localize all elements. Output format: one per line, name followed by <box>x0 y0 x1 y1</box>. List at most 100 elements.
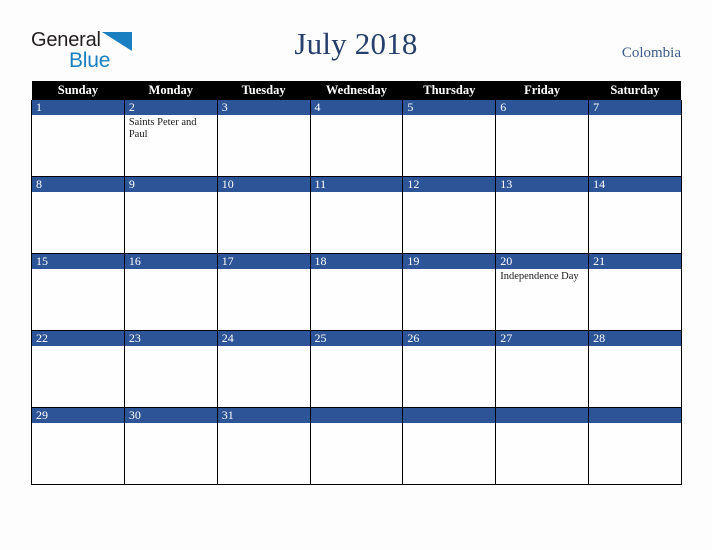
calendar-week-row: 22 23 24 25 26 27 28 <box>31 330 682 408</box>
day-cell-inner: 6 <box>496 100 589 176</box>
page-title: July 2018 <box>294 26 418 61</box>
day-number: 6 <box>496 100 589 115</box>
calendar-day-cell[interactable]: 4 <box>309 100 404 177</box>
calendar-week-row: 1 2 Saints Peter and Paul 3 4 5 6 7 <box>31 100 682 177</box>
day-events <box>403 346 495 348</box>
calendar-day-cell[interactable]: 27 <box>495 330 590 408</box>
weekday-header-thursday: Thursday <box>402 81 496 100</box>
calendar-day-cell[interactable]: 13 <box>495 176 590 254</box>
day-number: 12 <box>403 177 496 192</box>
calendar-day-cell[interactable]: 20 Independence Day <box>495 253 590 331</box>
weekday-header-row: Sunday Monday Tuesday Wednesday Thursday… <box>31 81 682 100</box>
calendar-day-cell[interactable]: 5 <box>402 100 497 177</box>
calendar-day-cell[interactable]: 26 <box>402 330 497 408</box>
day-cell-inner: 24 <box>217 331 310 407</box>
calendar-week-row: 8 9 10 11 12 13 14 <box>31 176 682 254</box>
day-number: 16 <box>124 254 217 269</box>
day-number <box>496 408 589 423</box>
page-header: General Blue July 2018 Colombia <box>0 0 712 78</box>
calendar-day-cell[interactable]: 9 <box>123 176 218 254</box>
calendar-day-cell[interactable]: 18 <box>309 253 404 331</box>
day-events <box>311 115 403 117</box>
calendar-day-cell[interactable]: 7 <box>588 100 682 177</box>
day-cell-inner: 9 <box>124 177 217 253</box>
day-number: 27 <box>496 331 589 346</box>
calendar-day-cell[interactable]: 21 <box>588 253 682 331</box>
day-events: Independence Day <box>496 269 588 283</box>
calendar-day-cell[interactable]: 3 <box>216 100 311 177</box>
calendar-day-cell[interactable]: 28 <box>588 330 682 408</box>
calendar-day-cell[interactable]: 16 <box>123 253 218 331</box>
day-cell-inner: 30 <box>124 408 217 484</box>
day-number: 20 <box>496 254 589 269</box>
day-cell-inner: 19 <box>403 254 496 330</box>
calendar-day-cell[interactable] <box>402 407 497 485</box>
day-events <box>589 346 681 348</box>
calendar-day-cell[interactable]: 11 <box>309 176 404 254</box>
day-events: Saints Peter and Paul <box>125 115 217 141</box>
calendar-day-cell[interactable]: 23 <box>123 330 218 408</box>
day-events <box>403 192 495 194</box>
day-number: 11 <box>310 177 403 192</box>
day-number: 15 <box>32 254 124 269</box>
calendar-week-row: 15 16 17 18 19 20 Independence Day 21 <box>31 253 682 331</box>
day-events <box>589 269 681 271</box>
day-number: 7 <box>589 100 681 115</box>
calendar-day-cell[interactable]: 19 <box>402 253 497 331</box>
calendar-day-cell[interactable] <box>495 407 590 485</box>
calendar-day-cell[interactable]: 1 <box>31 100 125 177</box>
weekday-header-wednesday: Wednesday <box>310 81 403 100</box>
day-number: 31 <box>217 408 310 423</box>
calendar-day-cell[interactable]: 24 <box>216 330 311 408</box>
calendar-day-cell[interactable] <box>309 407 404 485</box>
day-cell-inner <box>496 408 589 484</box>
day-events <box>125 423 217 425</box>
day-number: 5 <box>403 100 496 115</box>
calendar-day-cell[interactable]: 12 <box>402 176 497 254</box>
calendar-day-cell[interactable]: 17 <box>216 253 311 331</box>
calendar-grid: Sunday Monday Tuesday Wednesday Thursday… <box>31 81 682 485</box>
calendar-day-cell[interactable]: 22 <box>31 330 125 408</box>
day-number: 21 <box>589 254 681 269</box>
calendar-day-cell[interactable]: 15 <box>31 253 125 331</box>
calendar-day-cell[interactable]: 6 <box>495 100 590 177</box>
day-cell-inner: 3 <box>217 100 310 176</box>
day-number: 10 <box>217 177 310 192</box>
day-number: 14 <box>589 177 681 192</box>
weekday-header-tuesday: Tuesday <box>217 81 311 100</box>
day-events <box>311 423 403 425</box>
day-cell-inner: 21 <box>589 254 681 330</box>
day-cell-inner <box>589 408 681 484</box>
day-number: 2 <box>124 100 217 115</box>
calendar-day-cell[interactable]: 14 <box>588 176 682 254</box>
day-events <box>32 115 124 117</box>
day-number: 3 <box>217 100 310 115</box>
day-events <box>403 269 495 271</box>
calendar-day-cell[interactable]: 10 <box>216 176 311 254</box>
day-cell-inner: 20 Independence Day <box>496 254 589 330</box>
calendar-day-cell[interactable]: 29 <box>31 407 125 485</box>
weekday-header-friday: Friday <box>495 81 589 100</box>
calendar-day-cell[interactable]: 8 <box>31 176 125 254</box>
calendar-week-row: 29 30 31 <box>31 407 682 485</box>
day-cell-inner: 27 <box>496 331 589 407</box>
calendar-header-row: Sunday Monday Tuesday Wednesday Thursday… <box>31 81 682 100</box>
day-number: 23 <box>124 331 217 346</box>
day-cell-inner: 5 <box>403 100 496 176</box>
calendar-day-cell[interactable]: 31 <box>216 407 311 485</box>
weekday-header-saturday: Saturday <box>588 81 682 100</box>
day-events <box>32 346 124 348</box>
day-cell-inner: 16 <box>124 254 217 330</box>
day-cell-inner: 14 <box>589 177 681 253</box>
day-cell-inner: 29 <box>32 408 124 484</box>
day-number: 17 <box>217 254 310 269</box>
day-cell-inner <box>403 408 496 484</box>
day-cell-inner: 11 <box>310 177 403 253</box>
calendar-day-cell[interactable]: 2 Saints Peter and Paul <box>123 100 218 177</box>
day-events <box>496 192 588 194</box>
day-number: 30 <box>124 408 217 423</box>
calendar-day-cell[interactable]: 30 <box>123 407 218 485</box>
calendar-day-cell[interactable]: 25 <box>309 330 404 408</box>
calendar-day-cell[interactable] <box>588 407 682 485</box>
day-cell-inner: 7 <box>589 100 681 176</box>
